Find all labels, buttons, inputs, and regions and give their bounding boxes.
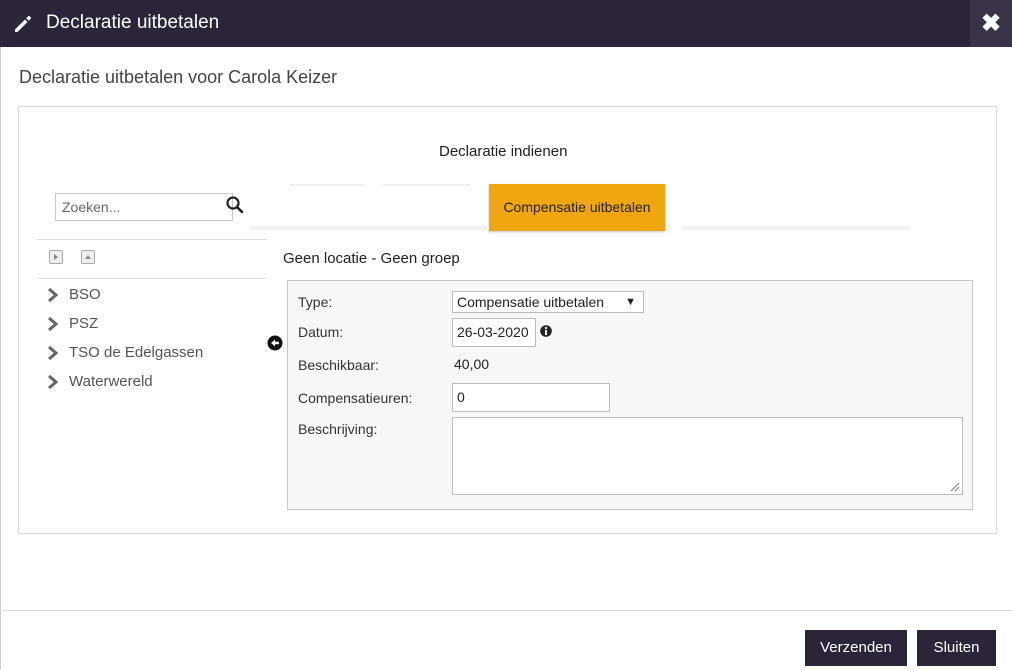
date-label: Datum: <box>298 324 344 340</box>
dialog-subtitle: Declaratie uitbetalen voor Carola Keizer <box>19 67 338 87</box>
tab-placeholder-1 <box>289 184 365 186</box>
arrow-left-circle-icon[interactable] <box>267 335 283 351</box>
tree-divider-top <box>37 239 267 240</box>
available-label: Beschikbaar: <box>298 357 379 373</box>
search-icon[interactable] <box>225 195 245 215</box>
chevron-right-icon <box>48 288 59 302</box>
date-field[interactable]: 26-03-2020 <box>452 318 536 347</box>
tree-divider <box>37 278 267 279</box>
declaration-card: Declaratie indienen Compensatie uitbetal… <box>18 106 997 534</box>
section-title: Geen locatie - Geen groep <box>283 250 460 267</box>
resize-grip-icon[interactable] <box>950 482 960 492</box>
tree-item-label: Waterwereld <box>69 373 153 390</box>
card-heading: Declaratie indienen <box>439 143 568 160</box>
info-icon[interactable] <box>540 324 552 338</box>
compensation-form: Type: Compensatie uitbetalen ▼ Datum: 26… <box>287 280 973 510</box>
tab-compensatie-uitbetalen[interactable]: Compensatie uitbetalen <box>489 184 665 231</box>
tab-underline-left <box>251 226 487 230</box>
pencil-icon <box>15 15 32 32</box>
compensation-hours-input[interactable]: 0 <box>452 383 610 412</box>
chevron-right-icon <box>48 317 59 331</box>
submit-button[interactable]: Verzenden <box>805 630 907 666</box>
chevron-right-icon <box>48 346 59 360</box>
collapse-all-icon[interactable] <box>81 250 95 264</box>
type-select-value: Compensatie uitbetalen <box>457 294 605 310</box>
close-dialog-button[interactable]: Sluiten <box>917 630 996 666</box>
hours-label: Compensatieuren: <box>298 390 413 406</box>
type-select[interactable]: Compensatie uitbetalen ▼ <box>452 291 644 313</box>
close-icon: ✖ <box>980 10 1002 37</box>
tree-item-label: BSO <box>69 286 101 303</box>
tab-placeholder-2 <box>383 184 471 186</box>
tree-item-label: PSZ <box>69 315 99 332</box>
close-button[interactable]: ✖ <box>970 0 1012 47</box>
dialog-left-border <box>0 47 1 670</box>
dialog-titlebar: Declaratie uitbetalen ✖ <box>0 0 1012 47</box>
tree-item-label: TSO de Edelgassen <box>69 344 204 361</box>
type-label: Type: <box>298 294 333 310</box>
caret-down-icon: ▼ <box>625 296 636 308</box>
expand-all-icon[interactable] <box>49 250 63 264</box>
description-label: Beschrijving: <box>298 421 378 437</box>
search-input[interactable] <box>55 193 233 221</box>
available-value: 40,00 <box>454 356 490 372</box>
tab-underline-right <box>683 226 909 230</box>
description-textarea[interactable] <box>452 417 963 495</box>
dialog-title: Declaratie uitbetalen <box>46 12 220 33</box>
footer-divider <box>0 610 1012 611</box>
chevron-right-icon <box>48 375 59 389</box>
